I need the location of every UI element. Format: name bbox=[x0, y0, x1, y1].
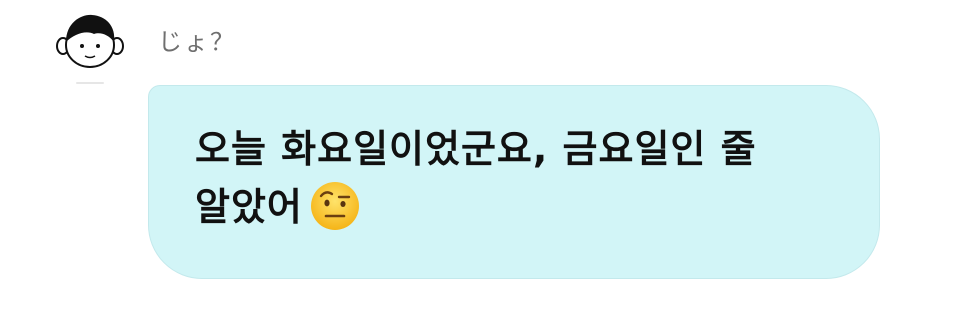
message-bubble[interactable]: 오늘 화요일이었군요, 금요일인 줄 알았어 bbox=[148, 85, 880, 279]
message-line-1: 오늘 화요일이었군요, 금요일인 줄 bbox=[195, 127, 757, 171]
message-line-2: 알았어 bbox=[195, 185, 303, 229]
avatar[interactable] bbox=[54, 12, 126, 72]
face-with-raised-eyebrow-icon bbox=[310, 181, 359, 230]
sender-name: じょ？ bbox=[158, 28, 236, 56]
divider bbox=[76, 82, 104, 84]
message-text: 오늘 화요일이었군요, 금요일인 줄 알았어 bbox=[195, 120, 839, 236]
